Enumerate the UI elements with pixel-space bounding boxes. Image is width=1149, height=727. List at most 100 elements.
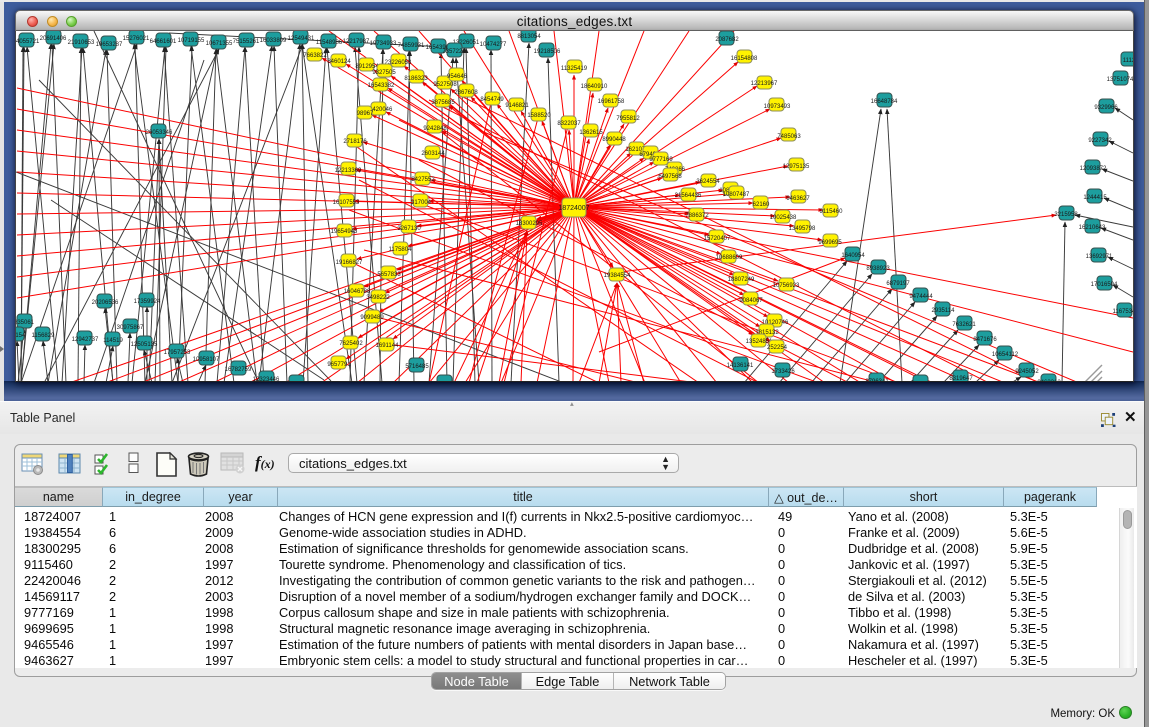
svg-text:7955812: 7955812 <box>616 116 640 122</box>
svg-text:3875685: 3875685 <box>431 100 455 106</box>
svg-text:9327505: 9327505 <box>372 70 396 76</box>
svg-text:3267130: 3267130 <box>397 226 421 232</box>
svg-text:12093872: 12093872 <box>1080 166 1107 172</box>
svg-text:74859931: 74859931 <box>398 43 425 49</box>
svg-text:3624554: 3624554 <box>696 179 720 185</box>
svg-text:21564436: 21564436 <box>675 193 702 199</box>
svg-text:18807249: 18807249 <box>728 277 755 283</box>
svg-text:11548986: 11548986 <box>316 40 343 46</box>
svg-text:9227342: 9227342 <box>1088 138 1112 144</box>
svg-text:7625402: 7625402 <box>339 341 363 347</box>
svg-text:10025438: 10025438 <box>770 215 797 221</box>
svg-text:3215958: 3215958 <box>1054 212 1078 218</box>
svg-text:8319647: 8319647 <box>949 376 973 382</box>
svg-text:1073342: 1073342 <box>433 381 457 382</box>
svg-text:8938923: 8938923 <box>866 266 890 272</box>
svg-text:8471676: 8471676 <box>973 337 997 343</box>
svg-text:10958107: 10958107 <box>193 357 220 363</box>
svg-text:10044322: 10044322 <box>908 381 935 382</box>
svg-text:12505135: 12505135 <box>131 342 158 348</box>
svg-text:9463627: 9463627 <box>786 196 810 202</box>
svg-text:18724007: 18724007 <box>558 205 589 212</box>
svg-text:12217987: 12217987 <box>343 39 370 45</box>
svg-text:8186323: 8186323 <box>404 76 428 82</box>
svg-text:1362615: 1362615 <box>579 130 603 136</box>
svg-text:16210643: 16210643 <box>1079 225 1106 231</box>
svg-text:15720407: 15720407 <box>704 236 731 242</box>
svg-text:16961758: 16961758 <box>598 99 625 105</box>
svg-text:98967: 98967 <box>357 111 374 117</box>
svg-text:8813054: 8813054 <box>517 34 541 40</box>
svg-text:1167534: 1167534 <box>1113 309 1133 315</box>
svg-text:9329966: 9329966 <box>1094 105 1118 111</box>
svg-text:2087682: 2087682 <box>715 37 739 43</box>
svg-text:12213369: 12213369 <box>335 168 362 174</box>
svg-text:9657791: 9657791 <box>327 362 351 368</box>
svg-text:7357224: 7357224 <box>442 49 466 55</box>
svg-text:8454749: 8454749 <box>480 97 504 103</box>
svg-text:114519: 114519 <box>103 338 123 344</box>
svg-text:2867608: 2867608 <box>454 90 478 96</box>
svg-text:10973493: 10973493 <box>764 104 791 110</box>
svg-text:317004: 317004 <box>411 200 432 206</box>
svg-text:7632621: 7632621 <box>952 322 976 328</box>
svg-text:13495798: 13495798 <box>789 226 816 232</box>
svg-text:10756923: 10756923 <box>773 283 800 289</box>
svg-text:3498222: 3498222 <box>366 295 390 301</box>
svg-text:14055721: 14055721 <box>16 39 40 45</box>
svg-text:9527508: 9527508 <box>433 82 457 88</box>
svg-text:1691144: 1691144 <box>376 343 400 349</box>
svg-text:1733426: 1733426 <box>771 369 795 375</box>
svg-text:2935114: 2935114 <box>932 308 956 314</box>
svg-text:17957253: 17957253 <box>164 350 191 356</box>
svg-text:16782759: 16782759 <box>225 367 252 373</box>
svg-text:9099489: 9099489 <box>360 315 384 321</box>
svg-text:10807487: 10807487 <box>723 192 750 198</box>
svg-text:5716485: 5716485 <box>405 364 429 370</box>
svg-text:12213967: 12213967 <box>751 81 778 87</box>
svg-text:9424512: 9424512 <box>285 381 309 382</box>
svg-text:39154: 39154 <box>16 333 26 339</box>
svg-text:16648784: 16648784 <box>871 99 898 105</box>
svg-text:2718176: 2718176 <box>343 139 367 145</box>
svg-text:954646: 954646 <box>447 74 468 80</box>
svg-text:10474277: 10474277 <box>480 42 507 48</box>
svg-text:8990448: 8990448 <box>602 137 626 143</box>
svg-text:19654943: 19654943 <box>331 229 358 235</box>
svg-text:9146821: 9146821 <box>505 103 529 109</box>
svg-text:1640954: 1640954 <box>841 253 865 259</box>
svg-text:5657833: 5657833 <box>377 272 401 278</box>
svg-text:9463212: 9463212 <box>1037 380 1061 382</box>
svg-text:10653287: 10653287 <box>96 42 123 48</box>
svg-text:13692971: 13692971 <box>1086 254 1113 260</box>
svg-text:12323446: 12323446 <box>253 377 280 382</box>
svg-text:19384554: 19384554 <box>604 273 631 279</box>
svg-text:11325419: 11325419 <box>561 66 588 72</box>
svg-text:2603144: 2603144 <box>421 151 445 157</box>
svg-text:16543382: 16543382 <box>368 83 395 89</box>
svg-text:21910653: 21910653 <box>68 40 95 46</box>
svg-text:18300295: 18300295 <box>516 221 543 227</box>
svg-text:252254: 252254 <box>767 345 788 351</box>
svg-text:1156829: 1156829 <box>32 333 56 339</box>
svg-text:14136141: 14136141 <box>727 363 754 369</box>
svg-text:20206536: 20206536 <box>92 300 119 306</box>
svg-text:12975135: 12975135 <box>783 164 810 170</box>
svg-text:10654112: 10654112 <box>992 352 1019 358</box>
svg-text:17359924: 17359924 <box>134 299 161 305</box>
svg-text:17016504: 17016504 <box>1091 282 1118 288</box>
svg-text:10719155: 10719155 <box>178 38 205 44</box>
svg-text:8460124: 8460124 <box>327 59 351 65</box>
svg-text:9084067: 9084067 <box>739 298 763 304</box>
svg-text:8427552: 8427552 <box>411 177 435 183</box>
svg-text:64661601: 64661601 <box>150 39 177 45</box>
svg-text:1244415: 1244415 <box>1083 195 1107 201</box>
svg-text:7663822: 7663822 <box>303 53 327 59</box>
svg-text:1112: 1112 <box>1123 58 1133 64</box>
svg-text:1175804: 1175804 <box>389 247 413 253</box>
svg-text:19734933: 19734933 <box>370 41 397 47</box>
svg-text:19218506: 19218506 <box>534 49 561 55</box>
svg-text:62160: 62160 <box>753 202 770 208</box>
svg-text:8796341: 8796341 <box>865 379 889 382</box>
svg-text:10688609: 10688609 <box>716 255 743 261</box>
